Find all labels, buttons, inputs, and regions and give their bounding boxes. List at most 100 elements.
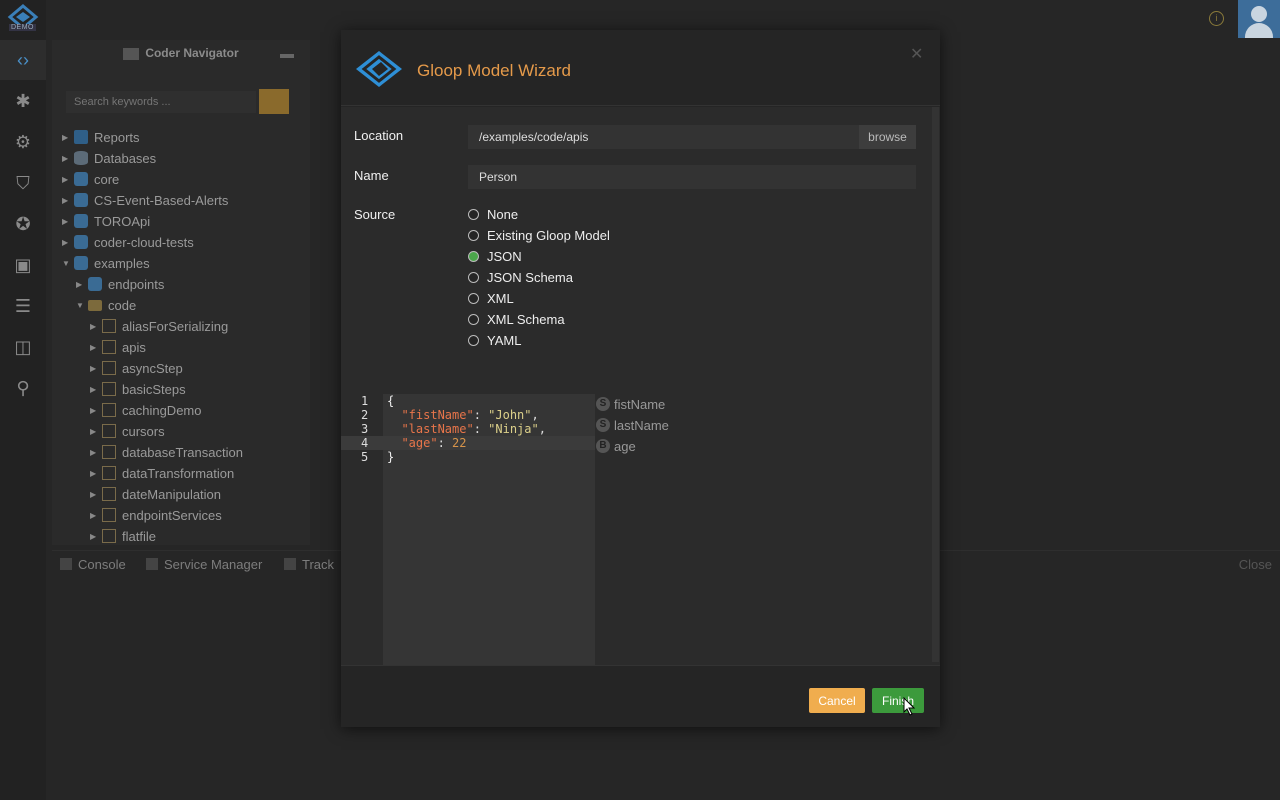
model-field[interactable]: SfistName [596,395,665,413]
tree-item[interactable]: ▶ databaseTransaction [90,442,243,462]
cancel-button[interactable]: Cancel [809,688,865,713]
radio-button[interactable] [468,334,479,346]
tree-item[interactable]: ▶ flatfile [90,526,156,546]
caret-right-icon[interactable]: ▶ [62,196,70,205]
bug-icon[interactable]: ✱ [0,81,46,121]
avatar-body [1245,23,1273,38]
pkg-icon [74,193,88,207]
radio-button[interactable] [468,313,479,325]
caret-right-icon[interactable]: ▶ [90,490,98,499]
caret-right-icon[interactable]: ▶ [90,343,98,352]
caret-right-icon[interactable]: ▶ [90,532,98,541]
caret-right-icon[interactable]: ▶ [62,133,70,142]
tree-item[interactable]: ▶ Databases [62,148,156,168]
caret-right-icon[interactable]: ▶ [90,364,98,373]
code-icon[interactable]: ‹› [0,40,46,80]
tree-item[interactable]: ▶ core [62,169,119,189]
source-option[interactable]: JSON Schema [468,268,573,286]
toro-logo-icon[interactable] [6,4,40,36]
model-field[interactable]: SlastName [596,416,669,434]
caret-right-icon[interactable]: ▶ [62,154,70,163]
navigator-title: Coder Navigator [52,46,310,60]
caret-right-icon[interactable]: ▶ [62,217,70,226]
caret-right-icon[interactable]: ▶ [62,238,70,247]
caret-right-icon[interactable]: ▶ [90,469,98,478]
close-icon[interactable]: ✕ [910,44,923,64]
caret-down-icon[interactable]: ▼ [62,259,70,268]
radio-button[interactable] [468,208,479,220]
tab-service-manager[interactable]: Service Manager [146,557,262,572]
terminal-icon[interactable]: ▣ [0,245,46,285]
radio-button[interactable] [468,292,479,304]
source-option-label: None [487,206,519,222]
tree-item[interactable]: ▼ code [76,295,136,315]
monitor-icon[interactable]: ◫ [0,327,46,367]
tree-item-label: CS-Event-Based-Alerts [94,192,229,208]
caret-right-icon[interactable]: ▶ [76,280,84,289]
grid-icon [102,508,116,522]
name-label: Name [354,168,389,183]
collapse-icon[interactable] [280,54,294,58]
caret-right-icon[interactable]: ▶ [90,511,98,520]
tree-item[interactable]: ▶ coder-cloud-tests [62,232,194,252]
radio-button[interactable] [468,229,479,241]
doc-icon[interactable]: ☰ [0,286,46,326]
model-field[interactable]: Bage [596,437,636,455]
browse-button[interactable]: browse [859,125,916,149]
tree-item[interactable]: ▶ apis [90,337,146,357]
source-option[interactable]: XML Schema [468,310,565,328]
tree-item[interactable]: ▶ Reports [62,127,140,147]
caret-right-icon[interactable]: ▶ [90,406,98,415]
gauge-icon[interactable]: ✪ [0,204,46,244]
tree-item[interactable]: ▶ basicSteps [90,379,186,399]
caret-right-icon[interactable]: ▶ [90,427,98,436]
source-option[interactable]: Existing Gloop Model [468,226,610,244]
tree-item[interactable]: ▶ TOROApi [62,211,150,231]
coder-navigator: Coder Navigator ▶Reports▶Databases▶core▶… [52,40,310,545]
caret-right-icon[interactable]: ▶ [62,175,70,184]
tree-item[interactable]: ▶ endpoints [76,274,164,294]
location-field[interactable]: /examples/code/apis [468,125,859,149]
tree-item[interactable]: ▶ CS-Event-Based-Alerts [62,190,228,210]
caret-right-icon[interactable]: ▶ [90,322,98,331]
source-option[interactable]: JSON [468,247,522,265]
search-icon[interactable]: ⚲ [0,368,46,408]
radio-button[interactable] [468,250,479,262]
tree-item[interactable]: ▶ aliasForSerializing [90,316,228,336]
tree-item[interactable]: ▶ cursors [90,421,165,441]
location-label: Location [354,128,404,143]
avatar[interactable] [1238,0,1280,38]
code-line-1: { [387,394,395,408]
wizard-scrollbar[interactable] [932,107,939,662]
shield-icon[interactable]: ⛉ [0,163,46,203]
caret-right-icon[interactable]: ▶ [90,448,98,457]
tree-item[interactable]: ▶ dateManipulation [90,484,221,504]
tab-console[interactable]: Console [60,557,126,572]
tree-item[interactable]: ▶ cachingDemo [90,400,202,420]
tab-tracker[interactable]: Track [284,557,334,572]
json-editor[interactable]: 12345 { "fistName": "John", "lastName": … [341,394,595,694]
source-option[interactable]: YAML [468,331,521,349]
navigator-search-input[interactable] [66,91,256,113]
navigator-search-button[interactable] [259,89,289,114]
caret-down-icon[interactable]: ▼ [76,301,84,310]
source-option[interactable]: None [468,205,518,223]
source-option[interactable]: XML [468,289,514,307]
tree-item[interactable]: ▶ asyncStep [90,358,183,378]
tree-item[interactable]: ▶ dataTransformation [90,463,234,483]
wizard-footer: Cancel Finish [341,665,940,727]
grid-icon [102,319,116,333]
source-option-label: Existing Gloop Model [487,227,610,243]
close-panel-link[interactable]: Close [1239,557,1272,572]
caret-right-icon[interactable]: ▶ [90,385,98,394]
db-icon [74,151,88,165]
services-icon[interactable]: ⚙ [0,122,46,162]
tree-item-label: code [108,297,137,313]
tree-item[interactable]: ▶ endpointServices [90,505,222,525]
grid-icon [102,361,116,375]
radio-button[interactable] [468,271,479,283]
name-field[interactable]: Person [468,165,916,189]
info-icon[interactable]: i [1209,11,1224,26]
tree-item[interactable]: ▼ examples [62,253,150,273]
source-option-label: YAML [487,332,522,348]
